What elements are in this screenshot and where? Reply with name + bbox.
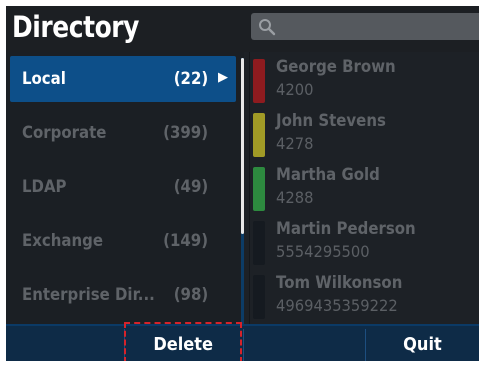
header: Directory xyxy=(6,6,479,52)
contact-item[interactable]: Tom Wilkonson 4969435359222 xyxy=(249,268,479,322)
delete-highlight-box xyxy=(124,322,242,361)
search-input[interactable] xyxy=(251,13,479,40)
contact-number: 4278 xyxy=(276,134,314,153)
softkey-bar: Delete Quit xyxy=(6,324,479,361)
search-icon xyxy=(259,19,276,36)
group-name: LDAP xyxy=(22,177,67,197)
group-item-exchange[interactable]: Exchange (149) xyxy=(10,218,236,264)
group-count: (49) xyxy=(173,177,208,197)
group-item-enterprise-directory[interactable]: Enterprise Dir... (98) xyxy=(10,272,236,318)
contact-color-tag xyxy=(253,113,265,157)
group-item-local[interactable]: Local (22) ▶ xyxy=(10,56,236,102)
contact-item[interactable]: George Brown 4200 xyxy=(249,52,479,106)
softkey-empty-2[interactable] xyxy=(244,326,365,361)
contact-item[interactable]: Martin Pederson 5554295500 xyxy=(249,214,479,268)
group-count: (22) xyxy=(173,69,208,89)
quit-button[interactable]: Quit xyxy=(366,326,479,361)
contact-list: George Brown 4200 John Stevens 4278 Mart… xyxy=(249,52,479,324)
scroll-thumb[interactable] xyxy=(241,58,244,234)
group-list: Local (22) ▶ Corporate (399) LDAP (49) E… xyxy=(6,52,244,324)
scrollbar[interactable] xyxy=(241,58,244,324)
group-name: Enterprise Dir... xyxy=(22,285,155,305)
contact-name: Martha Gold xyxy=(276,165,380,185)
contact-number: 4288 xyxy=(276,188,314,207)
contact-name: Martin Pederson xyxy=(276,219,416,239)
contact-item[interactable]: Martha Gold 4288 xyxy=(249,160,479,214)
contact-number: 4200 xyxy=(276,80,314,99)
group-item-corporate[interactable]: Corporate (399) xyxy=(10,110,236,156)
page-title: Directory xyxy=(12,10,139,44)
directory-screen: Directory Local (22) ▶ Corporate (399) L… xyxy=(6,6,479,361)
quit-label: Quit xyxy=(403,334,442,355)
contact-name: John Stevens xyxy=(276,111,386,131)
group-count: (98) xyxy=(173,285,208,305)
softkey-empty-1[interactable] xyxy=(6,326,124,361)
contact-color-tag xyxy=(253,275,265,319)
group-count: (149) xyxy=(163,231,208,251)
contact-color-tag xyxy=(253,167,265,211)
contact-item[interactable]: John Stevens 4278 xyxy=(249,106,479,160)
contact-name: George Brown xyxy=(276,57,396,77)
group-name: Local xyxy=(22,69,66,89)
group-count: (399) xyxy=(163,123,208,143)
contact-color-tag xyxy=(253,221,265,265)
chevron-right-icon: ▶ xyxy=(218,70,228,85)
contact-number: 5554295500 xyxy=(276,242,370,261)
group-name: Corporate xyxy=(22,123,107,143)
contact-name: Tom Wilkonson xyxy=(276,273,403,293)
contact-number: 4969435359222 xyxy=(276,296,398,315)
group-item-ldap[interactable]: LDAP (49) xyxy=(10,164,236,210)
group-name: Exchange xyxy=(22,231,103,251)
contact-color-tag xyxy=(253,59,265,103)
